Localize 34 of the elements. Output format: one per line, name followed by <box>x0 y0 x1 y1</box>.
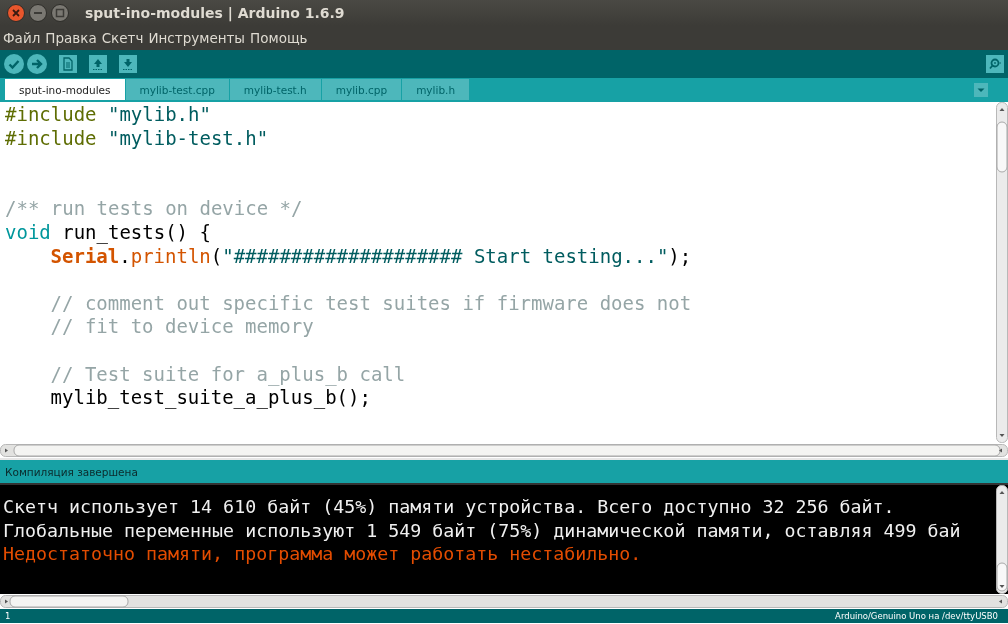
window-title: sput-ino-modules | Arduino 1.6.9 <box>85 5 345 21</box>
line-number: 1 <box>5 611 11 621</box>
console-line: Недостаточно памяти, программа может работать нестабильно. <box>3 542 642 566</box>
code-line: #include "mylib.h" <box>5 103 211 127</box>
board-port: Arduino/Genuino Uno на /dev/ttyUSB0 <box>835 611 998 621</box>
minimize-button[interactable] <box>29 4 47 22</box>
menu-item[interactable]: Инструменты <box>148 30 246 46</box>
vertical-scrollbar[interactable] <box>996 102 1008 443</box>
menu-item[interactable]: Правка <box>45 30 97 46</box>
vertical-scrollbar[interactable] <box>996 485 1008 594</box>
code-line: mylib_test_suite_a_plus_b(); <box>50 386 371 410</box>
status-message: Компиляция завершена <box>5 465 138 478</box>
code-line: void run_tests() { <box>5 220 211 245</box>
code-line: #include "mylib-test.h" <box>5 126 269 151</box>
horizontal-scrollbar[interactable] <box>0 594 1008 609</box>
menu-item[interactable]: Помощь <box>250 30 308 46</box>
menu-item[interactable]: Скетч <box>101 30 144 46</box>
magnifier-icon[interactable] <box>986 55 1004 73</box>
console-line: Глобальные переменные используют 1 549 байт (75%) динамической памяти, оставляя 499 бай <box>3 518 961 542</box>
horizontal-scrollbar[interactable] <box>0 443 1008 458</box>
file-tab[interactable]: sput-ino-modules <box>5 79 125 100</box>
code-line: // fit to device memory <box>50 315 314 339</box>
code-line: /** run tests on device */ <box>5 197 303 221</box>
close-button[interactable] <box>7 4 25 22</box>
code-line: // comment out specific test suites if firmware does not <box>50 291 692 316</box>
code-line: Serial.println("#################### Start testing..."); <box>50 244 692 269</box>
code-line: // Test suite for a_plus_b call <box>50 362 406 387</box>
dropdown-icon[interactable] <box>974 83 988 97</box>
maximize-button[interactable] <box>51 4 69 22</box>
verify-icon[interactable] <box>4 54 24 74</box>
new-file-icon[interactable] <box>59 55 77 73</box>
console-line: Скетч использует 14 610 байт (45%) памяти устройства. Всего доступно 32 256 байт. <box>3 495 895 519</box>
menu-item[interactable]: Файл <box>3 30 41 46</box>
arrow-right-icon[interactable] <box>27 54 47 74</box>
